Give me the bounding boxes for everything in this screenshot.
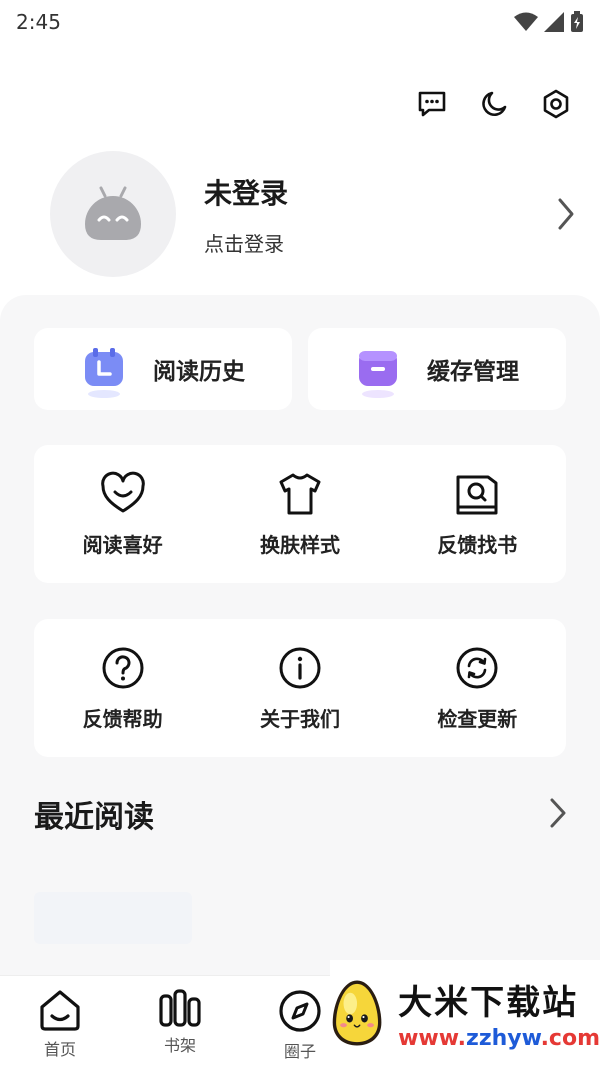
folder-icon	[355, 346, 401, 398]
home-icon	[40, 990, 80, 1031]
watermark-url-mid: zzhyw	[466, 1026, 541, 1051]
feedback-help-label: 反馈帮助	[82, 706, 163, 731]
chevron-right-icon[interactable]	[548, 796, 570, 830]
feature-grid-2: 反馈帮助 关于我们 检查更新	[34, 619, 566, 757]
tab-home-label: 首页	[43, 1040, 76, 1059]
check-update-label: 检查更新	[437, 706, 518, 731]
egg-mascot-icon	[332, 980, 382, 1046]
skin-style-button[interactable]: 换肤样式	[211, 445, 388, 583]
calendar-icon	[81, 346, 127, 398]
tab-bookshelf[interactable]: 书架	[120, 976, 240, 1066]
reading-preference-label: 阅读喜好	[82, 532, 163, 557]
recent-reading-title: 最近阅读	[34, 800, 154, 835]
status-icons	[514, 11, 584, 33]
watermark-title: 大米下载站	[398, 983, 579, 1023]
skin-style-label: 换肤样式	[259, 532, 340, 557]
profile-text: 未登录 点击登录	[204, 172, 552, 257]
book-search-icon	[456, 475, 498, 514]
watermark-url-prefix: www.	[398, 1026, 467, 1051]
reading-history-button[interactable]: 阅读历史	[34, 328, 292, 410]
compass-icon	[279, 990, 321, 1032]
recent-book-placeholder	[34, 892, 192, 944]
battery-icon	[571, 11, 583, 32]
feature-grid-1: 阅读喜好 换肤样式 反馈找书	[34, 445, 566, 583]
reading-history-label: 阅读历史	[153, 359, 245, 385]
reading-preference-button[interactable]: 阅读喜好	[34, 445, 211, 583]
avatar	[50, 151, 176, 277]
tab-home[interactable]: 首页	[0, 976, 120, 1066]
wifi-icon	[514, 12, 538, 31]
bookshelf-icon	[159, 989, 201, 1027]
about-us-button[interactable]: 关于我们	[211, 619, 388, 757]
feedback-find-book-button[interactable]: 反馈找书	[389, 445, 566, 583]
watermark-url-suffix: .com	[540, 1026, 600, 1051]
settings-icon[interactable]	[540, 88, 572, 120]
message-icon[interactable]	[416, 88, 448, 120]
status-time: 2:45	[16, 10, 61, 34]
question-icon	[102, 647, 144, 688]
feedback-find-book-label: 反馈找书	[437, 532, 518, 557]
refresh-icon	[456, 647, 498, 688]
check-update-button[interactable]: 检查更新	[389, 619, 566, 757]
tab-circle-label: 圈子	[283, 1042, 316, 1061]
about-us-label: 关于我们	[259, 706, 340, 731]
site-watermark: 大米下载站 www.zzhyw.com	[330, 960, 600, 1066]
profile-login-row[interactable]: 未登录 点击登录	[50, 150, 580, 278]
status-bar: 2:45	[0, 0, 600, 44]
tab-bookshelf-label: 书架	[163, 1036, 196, 1055]
cache-management-button[interactable]: 缓存管理	[308, 328, 566, 410]
info-icon	[279, 647, 321, 688]
tshirt-icon	[279, 473, 321, 514]
chevron-right-icon[interactable]	[552, 194, 580, 234]
watermark-url: www.zzhyw.com	[398, 1026, 600, 1051]
signal-icon	[544, 12, 564, 32]
top-toolbar	[416, 88, 572, 120]
profile-name: 未登录	[204, 176, 289, 210]
watermark-text: 大米下载站 www.zzhyw.com	[398, 975, 600, 1051]
robot-avatar-icon	[85, 186, 141, 240]
cache-management-label: 缓存管理	[427, 359, 519, 385]
feedback-help-button[interactable]: 反馈帮助	[34, 619, 211, 757]
heart-smile-icon	[100, 471, 145, 512]
moon-icon[interactable]	[478, 88, 510, 120]
login-prompt[interactable]: 点击登录	[204, 228, 552, 257]
